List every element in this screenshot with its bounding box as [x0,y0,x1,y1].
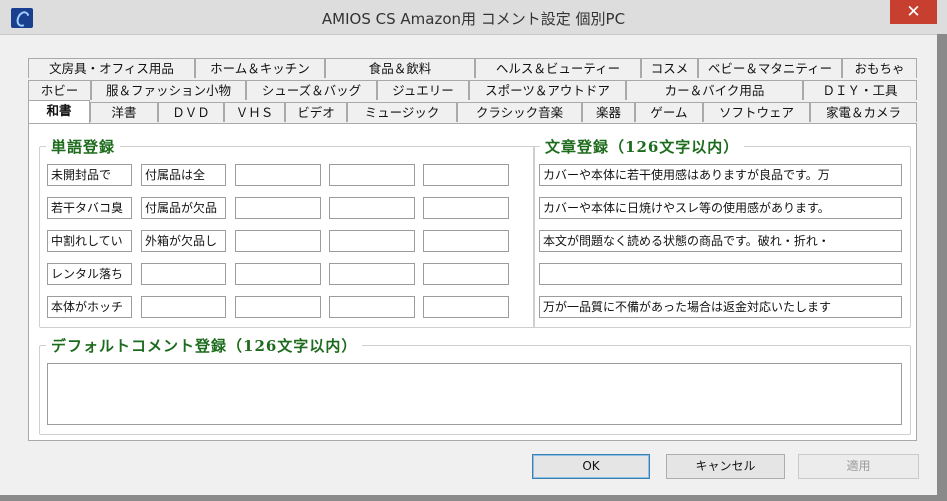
sentence-field[interactable]: 本文が問題なく読める状態の商品です。破れ・折れ・ [539,230,902,252]
word-registration-group: 単語登録 未開封品で 付属品は全 若干タバコ臭 付属品が欠品 中割れしてい 外箱… [39,136,535,328]
window-border-right [937,34,947,501]
window-border-bottom [0,495,947,501]
word-field[interactable]: 本体がホッチ [47,296,132,318]
sentence-registration-group: 文章登録（126文字以内） カバーや本体に若干使用感はありますが良品です。万 カ… [533,136,911,328]
tab-jewelry[interactable]: ジュエリー [377,80,469,100]
word-field[interactable]: 外箱が欠品し [141,230,226,252]
tab-electronics-camera[interactable]: 家電＆カメラ [810,102,917,122]
tab-cosme[interactable]: コスメ [641,58,698,78]
sentence-field[interactable]: 万が一品質に不備があった場合は返金対応いたします [539,296,902,318]
word-field[interactable] [329,296,415,318]
word-field[interactable]: 中割れしてい [47,230,132,252]
tab-shoes-bags[interactable]: シューズ＆バッグ [246,80,377,100]
apply-button[interactable]: 適用 [798,454,919,479]
word-field[interactable] [235,164,321,186]
word-registration-title: 単語登録 [46,136,121,157]
word-field[interactable] [235,230,321,252]
word-field[interactable]: 付属品が欠品 [141,197,226,219]
word-field[interactable]: 若干タバコ臭 [47,197,132,219]
ok-button[interactable]: OK [532,454,650,479]
close-button[interactable]: ✕ [890,0,937,24]
tab-fashion[interactable]: 服＆ファッション小物 [91,80,246,100]
tab-japanese-books[interactable]: 和書 [28,100,90,123]
tab-stationery[interactable]: 文房具・オフィス用品 [28,58,195,78]
tab-software[interactable]: ソフトウェア [703,102,810,122]
default-comment-title: デフォルトコメント登録（126文字以内） [46,335,363,356]
tab-sports-outdoor[interactable]: スポーツ＆アウトドア [469,80,626,100]
tab-toys[interactable]: おもちゃ [842,58,917,78]
tab-car-bike[interactable]: カー＆バイク用品 [626,80,803,100]
word-field[interactable] [329,164,415,186]
tab-hobby[interactable]: ホビー [28,80,91,100]
sentence-field[interactable]: カバーや本体に日焼けやスレ等の使用感があります。 [539,197,902,219]
default-comment-textarea[interactable] [47,363,902,425]
word-field[interactable] [235,296,321,318]
word-field[interactable] [329,197,415,219]
tab-health-beauty[interactable]: ヘルス＆ビューティー [475,58,641,78]
tab-video[interactable]: ビデオ [285,102,347,122]
tab-home-kitchen[interactable]: ホーム＆キッチン [195,58,325,78]
tab-classical[interactable]: クラシック音楽 [457,102,582,122]
word-field[interactable] [329,263,415,285]
tab-instruments[interactable]: 楽器 [582,102,635,122]
word-field[interactable] [329,230,415,252]
tab-foreign-books[interactable]: 洋書 [90,102,158,122]
word-field[interactable] [141,263,226,285]
word-field[interactable]: 未開封品で [47,164,132,186]
word-field[interactable] [423,296,509,318]
window-title: AMIOS CS Amazon用 コメント設定 個別PC [321,10,626,28]
cancel-button[interactable]: キャンセル [666,454,785,479]
tab-dvd[interactable]: ＤＶＤ [158,102,224,122]
word-field[interactable] [423,197,509,219]
word-field[interactable] [235,263,321,285]
tab-food-drink[interactable]: 食品＆飲料 [325,58,475,78]
tab-games[interactable]: ゲーム [635,102,703,122]
word-field[interactable]: 付属品は全 [141,164,226,186]
word-field[interactable] [141,296,226,318]
word-field[interactable] [235,197,321,219]
sentence-field[interactable]: カバーや本体に若干使用感はありますが良品です。万 [539,164,902,186]
tab-music[interactable]: ミュージック [347,102,457,122]
tab-panel: 単語登録 未開封品で 付属品は全 若干タバコ臭 付属品が欠品 中割れしてい 外箱… [28,123,917,441]
title-bar[interactable]: AMIOS CS Amazon用 コメント設定 個別PC ✕ [0,0,947,35]
word-field[interactable] [423,164,509,186]
dialog-window: AMIOS CS Amazon用 コメント設定 個別PC ✕ 文房具・オフィス用… [0,0,947,501]
sentence-registration-title: 文章登録（126文字以内） [540,136,745,157]
word-field[interactable]: レンタル落ち [47,263,132,285]
word-field[interactable] [423,230,509,252]
tab-baby-maternity[interactable]: ベビー＆マタニティー [698,58,842,78]
word-field[interactable] [423,263,509,285]
tab-vhs[interactable]: ＶＨＳ [224,102,285,122]
default-comment-group: デフォルトコメント登録（126文字以内） [39,335,911,435]
tab-diy-tools[interactable]: ＤＩＹ・工具 [803,80,917,100]
sentence-field[interactable] [539,263,902,285]
